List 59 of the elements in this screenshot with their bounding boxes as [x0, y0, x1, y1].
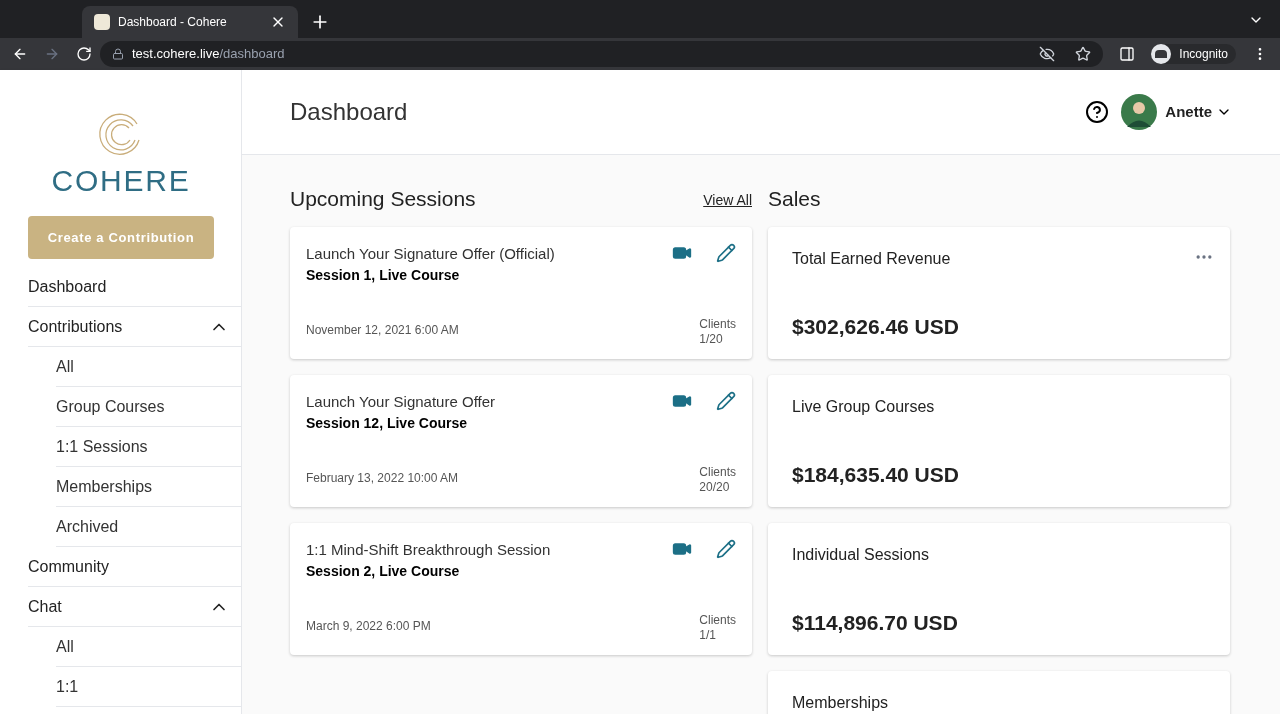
avatar-icon[interactable] — [1121, 94, 1158, 130]
session-date: March 9, 2022 6:00 PM — [306, 617, 431, 635]
session-date: February 13, 2022 10:00 AM — [306, 469, 459, 487]
back-icon[interactable] — [12, 46, 28, 62]
clients-label: Clients — [699, 612, 736, 628]
logo-text: COHERE — [51, 166, 191, 196]
star-icon[interactable] — [1075, 46, 1092, 62]
sales-label: Live Group Courses — [792, 396, 935, 417]
clients-count: 1/1 — [699, 627, 717, 643]
view-all-link[interactable]: View All — [703, 189, 752, 211]
sales-amount: $114,896.70 USD — [792, 610, 959, 636]
favicon-icon — [94, 14, 110, 30]
browser-tab[interactable]: Dashboard - Cohere — [82, 6, 298, 38]
session-subtitle: Session 1, Live Course — [306, 266, 461, 285]
session-title: Launch Your Signature Offer (Official) — [306, 243, 556, 264]
sidebar-item[interactable]: Contributions — [28, 314, 123, 339]
sidebar-subitem[interactable]: 1:1 Sessions — [56, 434, 148, 459]
session-title: Launch Your Signature Offer — [306, 391, 497, 412]
sidebar-subitem[interactable]: Memberships — [56, 474, 153, 499]
clients-count: 20/20 — [699, 479, 731, 495]
sidebar-subitem[interactable]: All — [56, 634, 74, 659]
sales-label: Individual Sessions — [792, 544, 929, 565]
sidebar-item[interactable]: Community — [28, 554, 109, 579]
sales-label: Total Earned Revenue — [792, 248, 951, 269]
url-text: test.cohere.live/dashboard — [132, 45, 285, 64]
eye-off-icon[interactable] — [1039, 46, 1056, 62]
forward-icon[interactable] — [44, 46, 60, 62]
sales-amount: $184,635.40 USD — [792, 462, 960, 488]
incognito-icon — [1151, 44, 1172, 64]
sidebar-subitem[interactable]: Group Courses — [56, 394, 165, 419]
section-title: Upcoming Sessions — [290, 186, 476, 212]
sales-label: Memberships — [792, 692, 889, 713]
profile-chip[interactable]: Incognito — [1151, 44, 1236, 64]
user-name[interactable]: Anette — [1165, 100, 1212, 124]
side-panel-icon[interactable] — [1119, 46, 1136, 62]
profile-label: Incognito — [1179, 46, 1228, 63]
sales-amount: $302,626.46 USD — [792, 314, 960, 340]
sidebar-subitem[interactable]: All — [56, 354, 74, 379]
edit-icon[interactable] — [716, 242, 736, 263]
session-subtitle: Session 2, Live Course — [306, 562, 461, 581]
edit-icon[interactable] — [716, 538, 736, 559]
sidebar-item[interactable]: Dashboard — [28, 274, 107, 299]
session-date: November 12, 2021 6:00 AM — [306, 321, 459, 339]
session-title: 1:1 Mind-Shift Breakthrough Session — [306, 539, 552, 560]
clients-label: Clients — [699, 316, 736, 332]
clients-label: Clients — [699, 464, 736, 480]
tab-title: Dashboard - Cohere — [118, 14, 228, 31]
section-title: Sales — [768, 186, 822, 212]
address-bar[interactable]: test.cohere.live/dashboard — [100, 41, 1104, 67]
reload-icon[interactable] — [76, 46, 92, 62]
edit-icon[interactable] — [716, 390, 736, 411]
sidebar-subitem[interactable]: 1:1 — [56, 674, 79, 699]
clients-count: 1/20 — [699, 331, 724, 347]
lock-icon — [112, 48, 124, 60]
sidebar-subitem[interactable]: Archived — [56, 514, 119, 539]
sidebar-item[interactable]: Chat — [28, 594, 62, 619]
page-title: Dashboard — [290, 97, 409, 127]
session-subtitle: Session 12, Live Course — [306, 414, 469, 433]
help-icon[interactable] — [1085, 100, 1110, 124]
